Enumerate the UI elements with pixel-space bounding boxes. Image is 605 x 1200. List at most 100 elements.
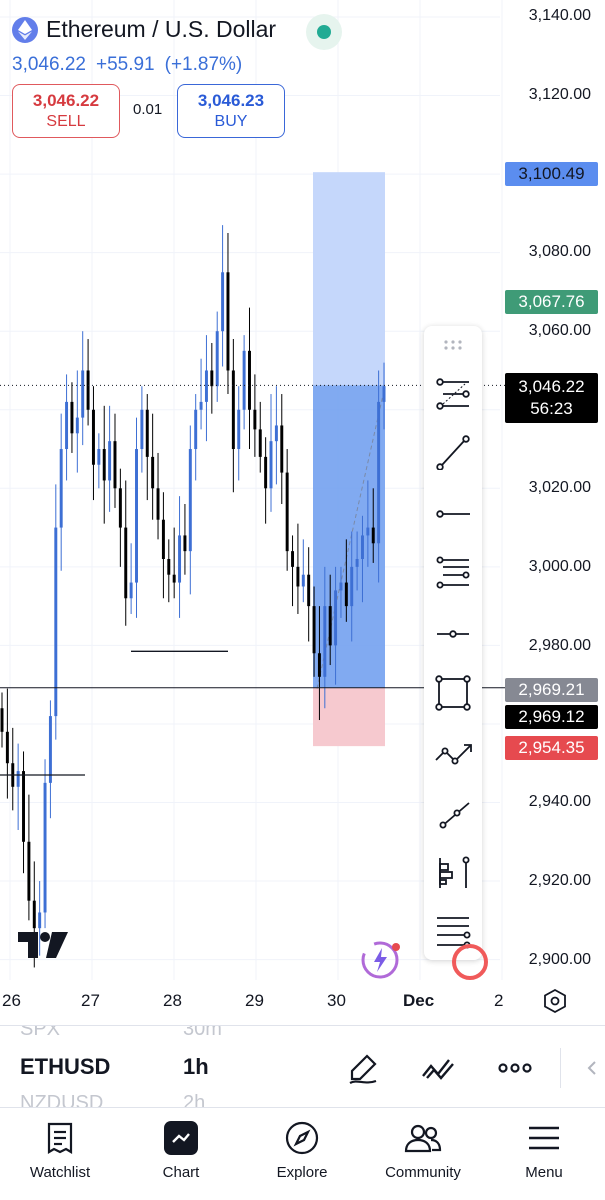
candle-body — [108, 441, 112, 481]
next-interval[interactable]: 2h — [183, 1092, 205, 1107]
candle-body — [269, 441, 273, 489]
target-price-tag[interactable]: 3,100.49 — [505, 162, 598, 186]
candle-body — [210, 370, 214, 387]
ai-assistant-icon[interactable] — [360, 940, 402, 980]
market-status-icon[interactable] — [306, 14, 342, 50]
black-line-price-tag[interactable]: 2,969.12 — [505, 705, 598, 729]
candle-body — [59, 449, 63, 528]
price-summary: 3,046.22 +55.91 (+1.87%) — [12, 54, 242, 76]
price-change: +55.91 — [95, 54, 155, 75]
chart-area[interactable]: Ethereum / U.S. Dollar 3,046.22 +55.91 (… — [0, 0, 605, 1025]
price-axis-label: 2,920.00 — [528, 872, 591, 889]
candle-body — [296, 566, 300, 587]
candle-body — [312, 606, 316, 654]
candle-body — [188, 449, 192, 552]
drawing-pen-icon[interactable] — [343, 1048, 383, 1088]
candle-body — [221, 272, 225, 332]
indicators-icon[interactable] — [419, 1048, 459, 1088]
fib-extension-icon[interactable] — [432, 552, 474, 594]
nav-label: Community — [385, 1164, 461, 1181]
price-chart[interactable] — [0, 0, 605, 1025]
candle-body — [167, 558, 171, 575]
candle-body — [97, 449, 101, 465]
candle-body — [75, 417, 79, 434]
stop-price-tag[interactable]: 2,954.35 — [505, 736, 598, 760]
entry-price-tag[interactable]: 3,067.76 — [505, 290, 598, 314]
candle-body — [48, 716, 52, 783]
chevron-left-icon[interactable] — [582, 1048, 602, 1088]
watchlist-icon — [40, 1118, 80, 1158]
nav-watchlist[interactable]: Watchlist — [5, 1108, 115, 1200]
candle-body — [91, 409, 95, 465]
sell-price: 3,046.22 — [32, 91, 100, 110]
candle-body — [118, 488, 122, 528]
drag-handle-icon[interactable] — [432, 330, 474, 360]
bottom-navigation[interactable]: Watchlist Chart Explore Community Menu — [0, 1107, 605, 1200]
candle-body — [215, 331, 219, 387]
trend-line-icon[interactable] — [432, 431, 474, 473]
drawing-toolbar[interactable] — [424, 326, 482, 960]
community-icon — [403, 1118, 443, 1158]
candle-body — [231, 370, 235, 450]
gray-line-price-tag[interactable]: 2,969.21 — [505, 678, 598, 702]
symbol-header[interactable]: Ethereum / U.S. Dollar — [12, 16, 276, 43]
price-axis-label: 3,000.00 — [528, 558, 591, 575]
buy-label: BUY — [214, 113, 248, 130]
next-symbol[interactable]: NZDUSD — [20, 1092, 103, 1107]
more-options-icon[interactable] — [495, 1048, 535, 1088]
horizontal-ray-icon[interactable] — [432, 493, 474, 535]
candle-body — [366, 527, 370, 536]
time-axis-label: 30 — [327, 991, 346, 1010]
fib-retracement-icon[interactable] — [432, 373, 474, 415]
nav-label: Menu — [525, 1164, 563, 1181]
candle-body — [307, 574, 311, 607]
chart-settings-icon[interactable] — [543, 988, 567, 1014]
nav-chart[interactable]: Chart — [126, 1108, 236, 1200]
candle-body — [371, 527, 375, 544]
candle-body — [0, 708, 4, 732]
ray-icon[interactable] — [432, 794, 474, 836]
sell-button[interactable]: 3,046.22 SELL — [12, 84, 120, 138]
nav-explore[interactable]: Explore — [247, 1108, 357, 1200]
candle-body — [199, 401, 203, 410]
candle-body — [27, 841, 31, 901]
candle-body — [194, 409, 198, 450]
rectangle-icon[interactable] — [432, 672, 474, 714]
candle-body — [274, 425, 278, 442]
nav-menu[interactable]: Menu — [489, 1108, 599, 1200]
profit-zone-upper — [313, 172, 385, 386]
menu-icon — [524, 1118, 564, 1158]
current-price-value: 3,046.22 — [518, 377, 585, 396]
prev-interval[interactable]: 30m — [183, 1026, 222, 1041]
candle-body — [102, 449, 106, 481]
candle-body — [140, 409, 144, 450]
candle-body — [226, 272, 230, 371]
candle-body — [32, 900, 36, 929]
prev-symbol[interactable]: SPX — [20, 1026, 60, 1041]
candle-body — [86, 370, 90, 410]
time-axis-label: Dec — [403, 991, 435, 1010]
nav-community[interactable]: Community — [368, 1108, 478, 1200]
long-position-icon[interactable] — [432, 852, 474, 894]
sell-label: SELL — [46, 113, 86, 130]
candle-body — [38, 912, 42, 929]
symbol-bar[interactable]: SPX 30m ETHUSD 1h NZDUSD 2h — [0, 1025, 605, 1107]
interval-selector[interactable]: 1h — [183, 1054, 209, 1080]
buy-button[interactable]: 3,046.23 BUY — [177, 84, 285, 138]
horizontal-line-icon[interactable] — [432, 613, 474, 655]
candle-body — [242, 350, 246, 410]
candle-body — [151, 456, 155, 489]
current-price-tag[interactable]: 3,046.22 56:23 — [505, 373, 598, 423]
spread-value: 0.01 — [133, 101, 163, 118]
candle-body — [172, 574, 176, 583]
price-axis-label: 2,940.00 — [528, 793, 591, 810]
alert-icon[interactable] — [452, 944, 488, 980]
candle-body — [264, 456, 268, 489]
candle-body — [81, 370, 85, 418]
symbol-title: Ethereum / U.S. Dollar — [46, 16, 277, 42]
symbol-selector[interactable]: ETHUSD — [20, 1054, 110, 1080]
candle-body — [129, 582, 133, 599]
path-icon[interactable] — [432, 731, 474, 773]
candle-body — [285, 472, 289, 552]
time-axis-label: 28 — [163, 991, 182, 1010]
